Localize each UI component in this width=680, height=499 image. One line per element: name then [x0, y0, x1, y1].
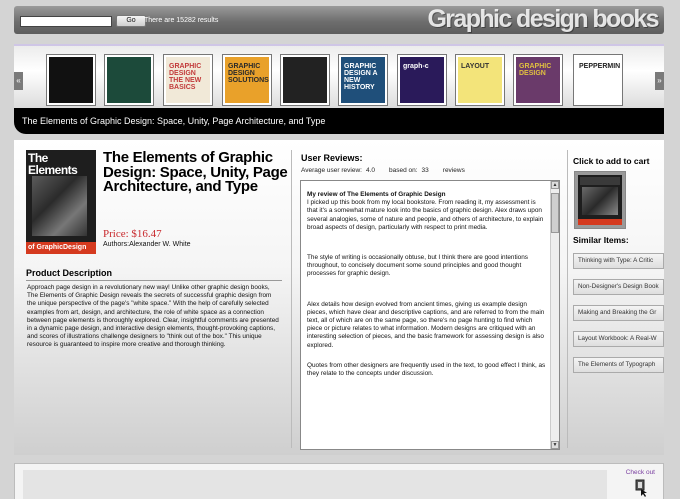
- thumbnail-cover: GRAPHIC DESIGN: [516, 57, 560, 103]
- book-carousel: « » GRAPHIC DESIGN THE NEW BASICS GRAPHIC…: [14, 44, 664, 108]
- similar-item[interactable]: Layout Workbook: A Real-W: [573, 331, 664, 347]
- thumbnail-label: PEPPERMINT: [579, 63, 620, 70]
- carousel-thumbnail[interactable]: [46, 54, 96, 106]
- reviews-label: reviews: [442, 167, 465, 174]
- add-to-cart-thumbnail[interactable]: [574, 171, 626, 229]
- average-review-row: Average user review: 4.0 based on: 33 review…: [301, 167, 465, 174]
- thumbnail-cover: GRAPHIC DESIGN THE NEW BASICS: [166, 57, 210, 103]
- thumbnail-label: LAYOUT: [461, 63, 490, 70]
- carousel-thumbnail[interactable]: GRAPHIC DESIGN SOLUTIONS: [222, 54, 272, 106]
- review-paragraph: Quotes from other designers are frequent…: [307, 361, 546, 378]
- column-divider: [567, 150, 568, 448]
- similar-item[interactable]: Making and Breaking the Gr: [573, 305, 664, 321]
- book-cover-art: [32, 176, 87, 236]
- checkout-link[interactable]: Check out: [626, 469, 655, 476]
- carousel-thumbnail[interactable]: PEPPERMINT: [573, 54, 623, 106]
- book-price: Price: $16.47: [103, 228, 162, 240]
- review-title: My review of The Elements of Graphic Des…: [307, 191, 446, 198]
- thumbnail-label: GRAPHIC DESIGN A NEW HISTORY: [344, 63, 378, 91]
- thumbnail-cover: GRAPHIC DESIGN SOLUTIONS: [225, 57, 269, 103]
- review-paragraph: The style of writing is occasionally obt…: [307, 254, 528, 278]
- carousel-thumbnail[interactable]: GRAPHIC DESIGN A NEW HISTORY: [338, 54, 388, 106]
- book-cover-title: The Elements: [28, 151, 78, 177]
- thumbnail-cover: PEPPERMINT: [576, 57, 620, 103]
- carousel-thumbnail[interactable]: GRAPHIC DESIGN THE NEW BASICS: [163, 54, 213, 106]
- carousel-prev-button[interactable]: «: [14, 72, 23, 90]
- scroll-down-arrow-icon[interactable]: ▼: [551, 441, 559, 449]
- cart-drop-area[interactable]: [23, 470, 607, 499]
- description-divider: [26, 280, 282, 281]
- thumbnail-cover: graph-c: [400, 57, 444, 103]
- search-input[interactable]: [20, 16, 112, 27]
- book-cover-image: The Elements of GraphicDesign: [26, 150, 96, 254]
- thumbnail-label: GRAPHIC DESIGN THE NEW BASICS: [169, 63, 202, 91]
- book-title: The Elements of Graphic Design: Space, U…: [103, 149, 288, 195]
- based-on-label: based on:: [388, 167, 418, 174]
- results-count: There are 15282 results: [144, 17, 219, 24]
- selected-book-bar: The Elements of Graphic Design: Space, U…: [14, 108, 664, 134]
- similar-items-heading: Similar Items:: [573, 235, 629, 245]
- add-to-cart-heading: Click to add to cart: [573, 156, 650, 166]
- carousel-thumbnail[interactable]: graph-c: [397, 54, 447, 106]
- thumbnail-cover: [283, 57, 327, 103]
- carousel-thumbnail[interactable]: LAYOUT: [455, 54, 505, 106]
- selected-book-title: The Elements of Graphic Design: Space, U…: [22, 116, 326, 126]
- review-count: 33: [421, 167, 429, 174]
- reviews-scrollbar[interactable]: ▲ ▼: [550, 181, 559, 449]
- carousel-next-button[interactable]: »: [655, 72, 664, 90]
- carousel-thumbnail[interactable]: [104, 54, 154, 106]
- cart-book-cover: [578, 175, 622, 225]
- review-paragraph: Alex details how design evolved from anc…: [307, 300, 545, 349]
- scroll-up-arrow-icon[interactable]: ▲: [551, 181, 559, 189]
- thumbnail-cover: LAYOUT: [458, 57, 502, 103]
- average-review-value: 4.0: [365, 167, 375, 174]
- header-bar: Go There are 15282 results Graphic desig…: [14, 5, 664, 34]
- average-review-label: Average user review:: [301, 167, 362, 174]
- review-paragraph: I picked up this book from my local book…: [307, 199, 544, 231]
- carousel-thumbnail[interactable]: GRAPHIC DESIGN: [513, 54, 563, 106]
- thumbnail-cover: [107, 57, 151, 103]
- site-title: Graphic design books: [427, 5, 659, 33]
- similar-item[interactable]: Non-Designer's Design Book: [573, 279, 664, 295]
- thumbnail-label: GRAPHIC DESIGN SOLUTIONS: [228, 63, 269, 84]
- description-text: Approach page design in a revolutionary …: [27, 284, 279, 349]
- thumbnail-cover: [49, 57, 93, 103]
- scroll-thumb[interactable]: [551, 193, 559, 233]
- carousel-thumbnail[interactable]: [280, 54, 330, 106]
- book-detail-panel: The Elements of GraphicDesign The Elemen…: [14, 140, 664, 455]
- similar-item[interactable]: The Elements of Typograph: [573, 357, 664, 373]
- column-divider: [291, 150, 292, 448]
- thumbnail-label: GRAPHIC DESIGN: [519, 63, 552, 77]
- similar-item[interactable]: Thinking with Type: A Critic: [573, 253, 664, 269]
- book-cover-subtitle: of GraphicDesign: [26, 242, 96, 254]
- review-content: My review of The Elements of Graphic Des…: [301, 191, 551, 386]
- cart-footer: Check out: [14, 463, 664, 499]
- thumbnail-cover: GRAPHIC DESIGN A NEW HISTORY: [341, 57, 385, 103]
- reviews-heading: User Reviews:: [301, 153, 363, 163]
- book-authors: Authors:Alexander W. White: [103, 241, 191, 248]
- thumbnail-label: graph-c: [403, 63, 429, 70]
- reviews-scroll-box[interactable]: My review of The Elements of Graphic Des…: [300, 180, 560, 450]
- description-heading: Product Description: [26, 268, 113, 278]
- checkout-cursor-icon[interactable]: [635, 479, 647, 497]
- go-button[interactable]: Go: [116, 15, 146, 27]
